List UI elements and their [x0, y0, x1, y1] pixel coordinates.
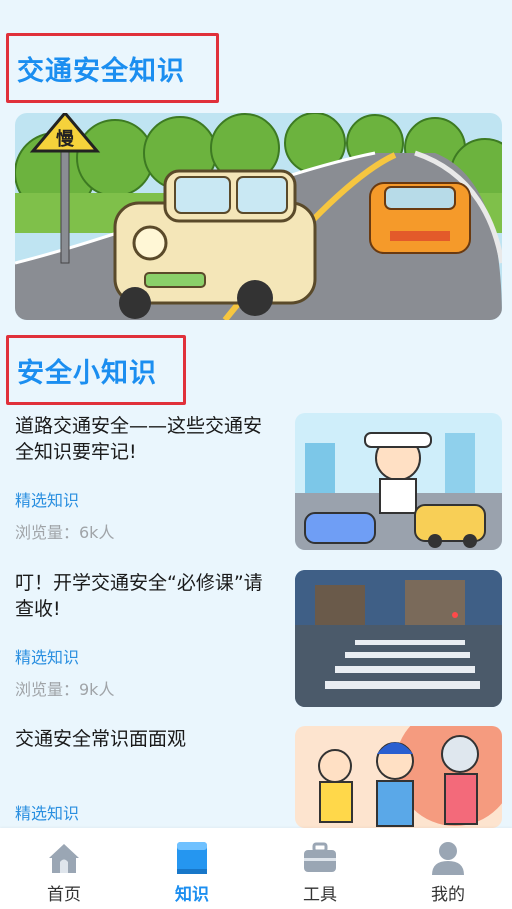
banner-illustration: 慢	[15, 113, 502, 320]
article-thumbnail	[295, 413, 502, 550]
article-tag: 精选知识	[15, 491, 80, 510]
tab-knowledge-label: 知识	[175, 885, 209, 905]
tab-home[interactable]: 首页	[0, 828, 128, 909]
section-title-tips: 安全小知识	[6, 335, 186, 405]
banner-image[interactable]: 慢	[15, 113, 502, 320]
tab-knowledge[interactable]: 知识	[128, 828, 256, 909]
tab-profile-label: 我的	[431, 885, 465, 905]
article-thumbnail	[295, 726, 502, 828]
toolbox-icon	[304, 842, 336, 872]
tab-tools-label: 工具	[303, 885, 337, 905]
tab-tools[interactable]: 工具	[256, 828, 384, 909]
bottom-tab-bar: 首页 知识 工具 我的	[0, 828, 512, 909]
section-title-knowledge: 交通安全知识	[6, 33, 219, 103]
article-thumbnail	[295, 570, 502, 707]
section-title-knowledge-text: 交通安全知识	[17, 55, 185, 87]
slow-sign-text: 慢	[56, 128, 75, 150]
user-icon	[432, 842, 464, 875]
article-item[interactable]: 道路交通安全——这些交通安全知识要牢记! 精选知识 浏览量：6k人	[15, 413, 502, 551]
book-icon	[177, 842, 207, 874]
tab-home-label: 首页	[47, 885, 81, 905]
article-title: 交通安全常识面面观	[15, 728, 187, 750]
article-title: 叮！开学交通安全“必修课”请查收!	[15, 572, 263, 620]
article-title: 道路交通安全——这些交通安全知识要牢记!	[15, 415, 263, 463]
article-tag: 精选知识	[15, 804, 80, 823]
section-title-tips-text: 安全小知识	[17, 357, 157, 389]
article-views: 浏览量：9k人	[15, 680, 115, 699]
tab-profile[interactable]: 我的	[384, 828, 512, 909]
home-icon	[49, 844, 79, 873]
article-item[interactable]: 叮！开学交通安全“必修课”请查收! 精选知识 浏览量：9k人	[15, 570, 502, 708]
article-tag: 精选知识	[15, 648, 80, 667]
article-views: 浏览量：6k人	[15, 523, 115, 542]
